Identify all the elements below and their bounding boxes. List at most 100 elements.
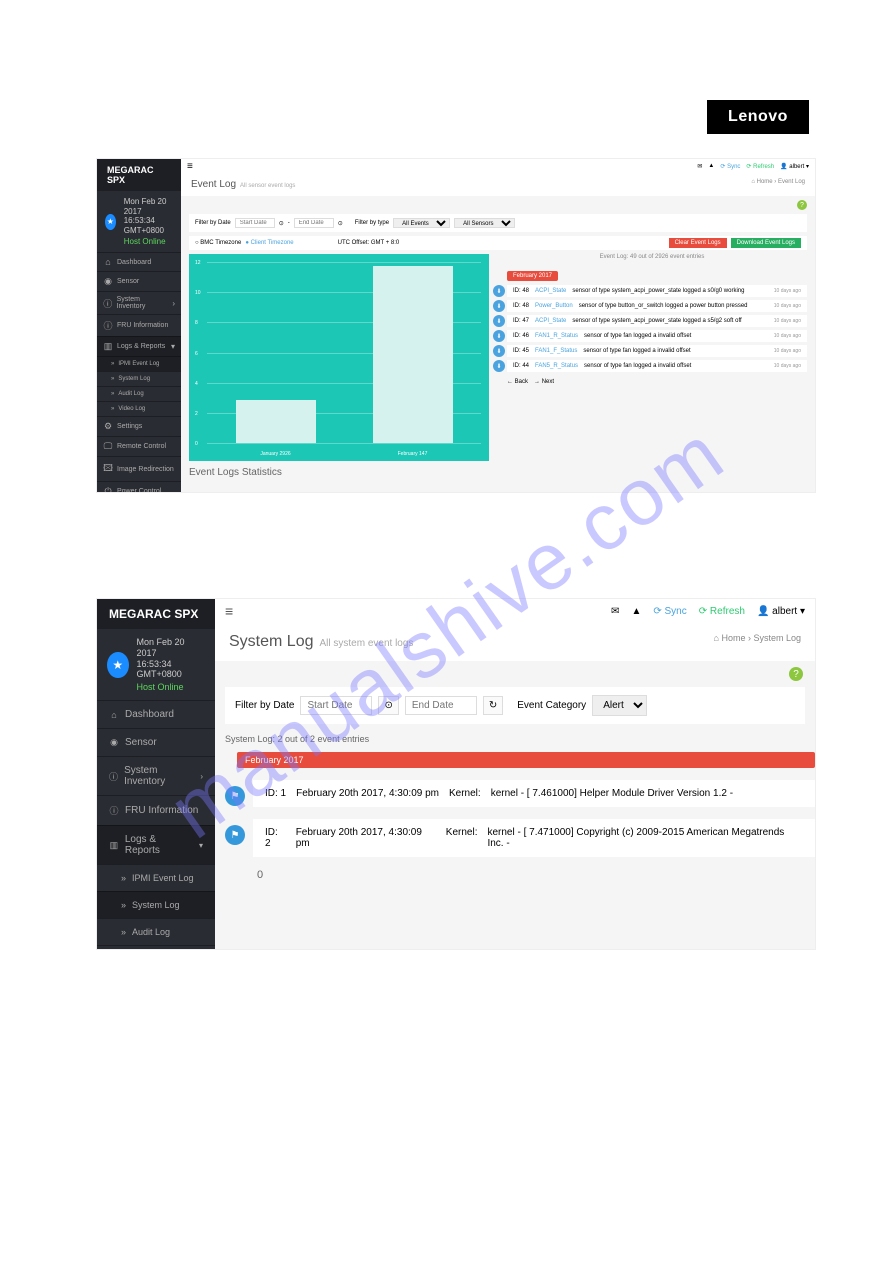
help-icon[interactable]: ?: [797, 200, 807, 210]
sidebar-item-settings[interactable]: ⚙Settings: [97, 416, 181, 436]
sidebar-item-system-inventory[interactable]: ⓘSystem Inventory›: [97, 756, 215, 795]
sidebar-item-audit-log[interactable]: »Audit Log: [97, 386, 181, 401]
utc-offset: UTC Offset: GMT + 8:0: [338, 240, 400, 246]
topbar: ≡ ✉ ▲ ⟳ Sync ⟳ Refresh 👤 albert ▾: [215, 599, 815, 623]
sidebar-item-logs[interactable]: ▥Logs & Reports▾: [97, 336, 181, 356]
end-date-input[interactable]: [294, 218, 334, 228]
user-menu[interactable]: 👤 albert ▾: [780, 163, 809, 170]
sidebar-item-dashboard[interactable]: ⌂Dashboard: [97, 700, 215, 728]
chevron-down-icon: ▾: [171, 342, 175, 351]
event-row[interactable]: ⬇ID: 46 FAN1_R_Status sensor of type fan…: [507, 330, 807, 342]
sensor-select[interactable]: All Sensors: [454, 218, 515, 228]
sync-button[interactable]: ⟳ Sync: [653, 606, 686, 617]
event-row[interactable]: ⬇ID: 48 ACPI_State sensor of type system…: [507, 285, 807, 297]
event-icon: ⬇: [493, 300, 505, 312]
category-select[interactable]: Alert: [592, 695, 647, 716]
y-tick: 8: [195, 320, 198, 326]
refresh-button[interactable]: ⟳ Refresh: [699, 606, 745, 617]
sidebar: MEGARAC SPX ★ Mon Feb 20 2017 16:53:34 G…: [97, 599, 215, 949]
main-area: ≡ ✉ ▲ ⟳ Sync ⟳ Refresh 👤 albert ▾ Event …: [181, 159, 815, 492]
back-button[interactable]: ← Back: [507, 379, 528, 385]
download-logs-button[interactable]: Download Event Logs: [731, 238, 801, 248]
monitor-icon: 🖵: [103, 441, 113, 452]
mail-icon[interactable]: ✉: [611, 606, 619, 617]
page-title: System LogAll system event logs: [229, 633, 413, 651]
bmc-tz-radio[interactable]: ○ BMC Timezone: [195, 240, 241, 246]
gauge-icon: ◉: [109, 737, 119, 748]
sidebar-item-logs[interactable]: ▥Logs & Reports▾: [97, 825, 215, 864]
info-icon: ⓘ: [103, 297, 113, 310]
end-date-input[interactable]: [405, 696, 477, 715]
gauge-icon: ◉: [103, 276, 113, 287]
star-icon: ★: [107, 652, 129, 678]
sidebar-item-video-log[interactable]: »Video Log: [97, 945, 215, 950]
start-date-input[interactable]: [235, 218, 275, 228]
sidebar: MEGARAC SPX ★ Mon Feb 20 2017 16:53:34 G…: [97, 159, 181, 492]
sidebar-item-power[interactable]: ⏻Power Control: [97, 481, 181, 493]
warning-icon[interactable]: ▲: [631, 606, 641, 617]
chevron-right-icon: ›: [200, 772, 203, 781]
filter-bar: Filter by Date ⊙ - ⊙ Filter by type All …: [189, 214, 807, 232]
chart-icon: ▥: [109, 840, 119, 851]
event-row[interactable]: ⬇ID: 48 Power_Button sensor of type butt…: [507, 300, 807, 312]
calendar-icon[interactable]: ⊙: [378, 696, 398, 715]
sidebar-item-system-inventory[interactable]: ⓘSystem Inventory›: [97, 291, 181, 314]
warning-icon[interactable]: ▲: [708, 163, 714, 169]
calendar-icon[interactable]: ⊙: [279, 220, 284, 227]
screenshot-event-log: MEGARAC SPX ★ Mon Feb 20 2017 16:53:34 G…: [96, 158, 816, 493]
info-icon: ⓘ: [103, 319, 113, 332]
sidebar-item-dashboard[interactable]: ⌂Dashboard: [97, 252, 181, 271]
log-row[interactable]: ⚑ ID: 1February 20th 2017, 4:30:09 pmKer…: [253, 780, 815, 807]
info-icon: ⓘ: [109, 770, 118, 783]
x-label: January 2926: [236, 451, 316, 457]
bar-feb: [373, 266, 453, 443]
event-row[interactable]: ⬇ID: 45 FAN1_F_Status sensor of type fan…: [507, 345, 807, 357]
event-icon: ⬇: [493, 360, 505, 372]
log-row[interactable]: ⚑ ID: 2February 20th 2017, 4:30:09 pmKer…: [253, 819, 815, 857]
hamburger-icon[interactable]: ≡: [225, 603, 233, 619]
event-row[interactable]: ⬇ID: 47 ACPI_State sensor of type system…: [507, 315, 807, 327]
refresh-button[interactable]: ⟳ Refresh: [746, 163, 774, 170]
y-tick: 2: [195, 411, 198, 417]
clear-logs-button[interactable]: Clear Event Logs: [669, 238, 727, 248]
calendar-icon[interactable]: ⊙: [338, 220, 343, 227]
mail-icon[interactable]: ✉: [697, 163, 702, 170]
sidebar-item-remote[interactable]: 🖵Remote Control: [97, 436, 181, 456]
timeline: Event Log: 49 out of 2926 event entries …: [497, 254, 807, 484]
title-bar: Event LogAll sensor event logs ⌂ Home › …: [181, 173, 815, 196]
sidebar-item-audit-log[interactable]: »Audit Log: [97, 918, 215, 945]
power-icon: ⏻: [103, 486, 113, 493]
sidebar-item-system-log[interactable]: »System Log: [97, 891, 215, 918]
chevron-right-icon: ›: [172, 299, 175, 308]
title-bar: System LogAll system event logs ⌂ Home ›…: [215, 623, 815, 661]
flag-icon: ⚑: [225, 825, 245, 845]
event-row[interactable]: ⬇ID: 44 FAN5_R_Status sensor of type fan…: [507, 360, 807, 372]
calendar-icon[interactable]: ↻: [483, 696, 503, 715]
sidebar-item-system-log[interactable]: »System Log: [97, 371, 181, 386]
filter-date-label: Filter by Date: [235, 700, 294, 711]
sidebar-item-video-log[interactable]: »Video Log: [97, 401, 181, 416]
sidebar-item-sensor[interactable]: ◉Sensor: [97, 271, 181, 291]
sync-button[interactable]: ⟳ Sync: [720, 163, 740, 170]
flag-icon: ⚑: [225, 786, 245, 806]
main-area: ≡ ✉ ▲ ⟳ Sync ⟳ Refresh 👤 albert ▾ System…: [215, 599, 815, 949]
breadcrumb: ⌂ Home › Event Log: [751, 179, 805, 190]
event-count: Event Log: 49 out of 2926 event entries: [497, 254, 807, 260]
sidebar-item-ipmi-log[interactable]: »IPMI Event Log: [97, 356, 181, 371]
user-menu[interactable]: 👤 albert ▾: [757, 606, 805, 617]
hamburger-icon[interactable]: ≡: [187, 161, 193, 172]
sidebar-item-ipmi-log[interactable]: »IPMI Event Log: [97, 864, 215, 891]
help-icon[interactable]: ?: [789, 667, 803, 681]
sidebar-item-fru[interactable]: ⓘFRU Information: [97, 795, 215, 825]
start-date-input[interactable]: [300, 696, 372, 715]
info-icon: ⓘ: [109, 804, 119, 817]
next-button[interactable]: → Next: [534, 379, 554, 385]
event-type-select[interactable]: All Events: [393, 218, 450, 228]
date-line1: Mon Feb 20 2017: [124, 197, 173, 216]
date-box: ★ Mon Feb 20 2017 16:53:34 GMT+0800 Host…: [97, 191, 181, 252]
client-tz-radio[interactable]: ● Client Timezone: [245, 240, 293, 246]
y-tick: 12: [195, 260, 201, 266]
sidebar-item-sensor[interactable]: ◉Sensor: [97, 728, 215, 756]
sidebar-item-fru[interactable]: ⓘFRU Information: [97, 314, 181, 336]
sidebar-item-image-redirect[interactable]: 🖾Image Redirection: [97, 456, 181, 481]
